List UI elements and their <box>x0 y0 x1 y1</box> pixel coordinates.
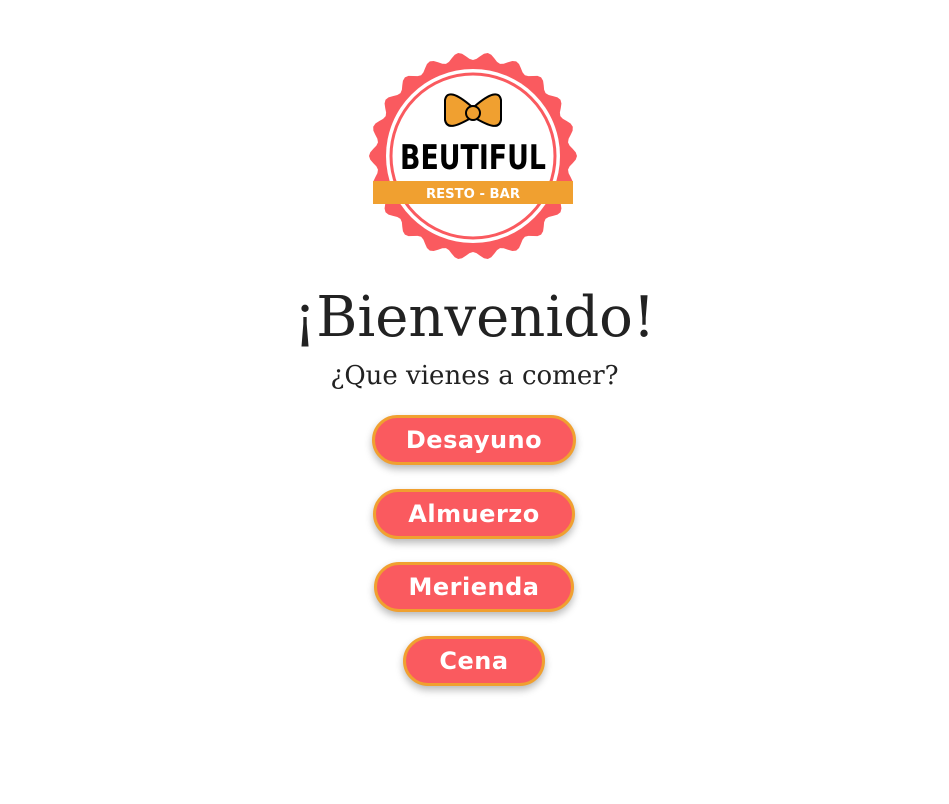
page: BEUTIFUL RESTO - BAR ¡Bienvenido! ¿Que v… <box>0 0 949 804</box>
logo-brand-text: BEUTIFUL <box>400 138 546 178</box>
page-subtitle: ¿Que vienes a comer? <box>330 361 619 391</box>
merienda-button[interactable]: Merienda <box>374 562 574 612</box>
page-title: ¡Bienvenido! <box>293 285 656 350</box>
almuerzo-button[interactable]: Almuerzo <box>373 489 575 539</box>
brand-logo: BEUTIFUL RESTO - BAR <box>369 53 577 259</box>
logo-tagline-text: RESTO - BAR <box>426 187 520 202</box>
cena-button[interactable]: Cena <box>403 636 545 686</box>
desayuno-button[interactable]: Desayuno <box>372 415 576 465</box>
